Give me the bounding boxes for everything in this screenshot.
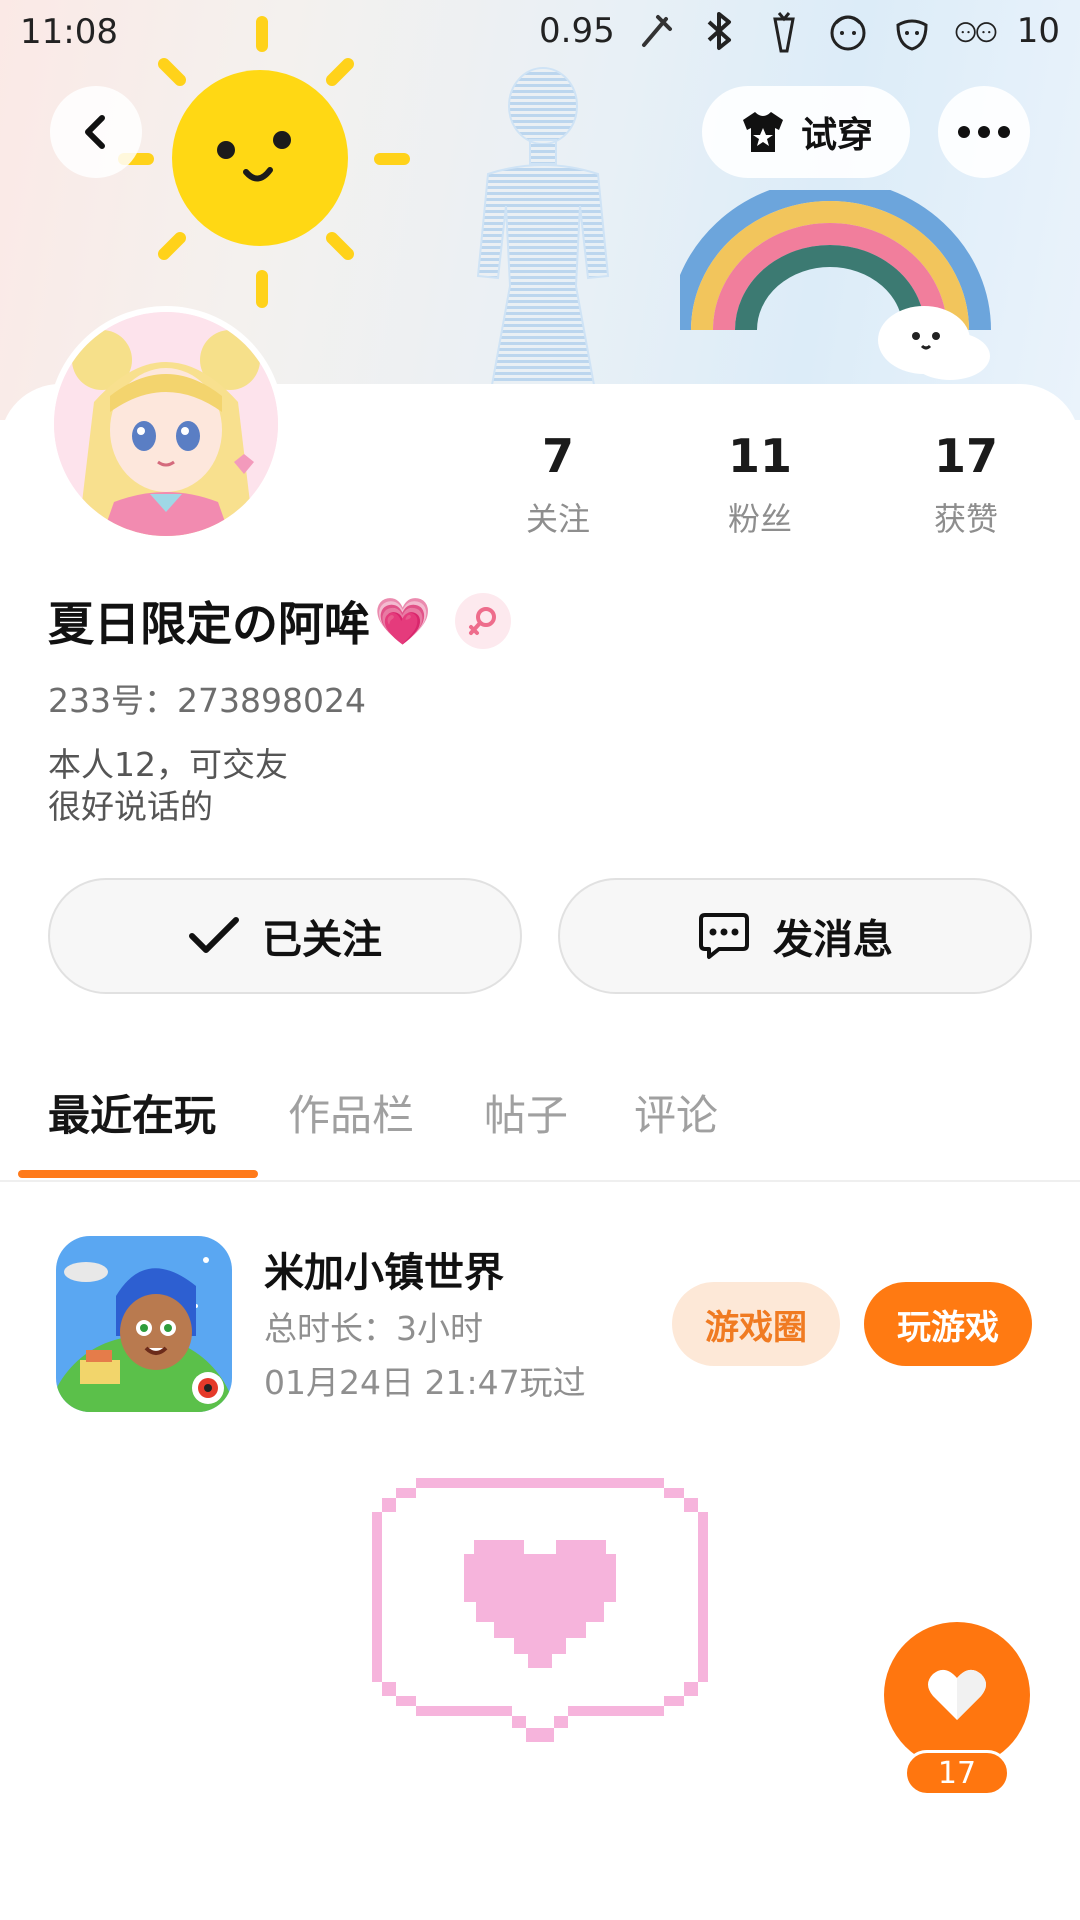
profile-tabs: 最近在玩 作品栏 帖子 评论 bbox=[0, 1074, 1080, 1182]
strawberry-icon bbox=[889, 8, 935, 54]
user-id-label: 233号： bbox=[48, 681, 177, 720]
shirt-star-icon bbox=[742, 112, 783, 152]
rainbow-sticker-icon bbox=[680, 190, 991, 380]
more-horizontal-icon bbox=[958, 126, 1010, 138]
game-total-duration: 总时长：3小时 bbox=[264, 1309, 483, 1348]
female-icon bbox=[469, 607, 497, 635]
stat-following[interactable]: 7 关注 bbox=[458, 428, 658, 540]
likes-count: 17 bbox=[933, 429, 998, 483]
profile-name-row: 夏日限定の阿哞 💗 bbox=[48, 588, 512, 654]
game-last-played: 01月24日 21:47玩过 bbox=[264, 1363, 586, 1402]
tab-recently-played[interactable]: 最近在玩 bbox=[48, 1082, 216, 1143]
sticker-icon bbox=[633, 8, 679, 54]
user-id-value: 273898024 bbox=[177, 681, 366, 720]
recent-game-item[interactable]: 米加小镇世界 总时长：3小时 01月24日 21:47玩过 游戏圈 玩游戏 bbox=[0, 1232, 1080, 1412]
tab-comments[interactable]: 评论 bbox=[634, 1082, 718, 1143]
bio-line-1: 本人12，可交友 bbox=[48, 745, 288, 784]
avatar[interactable] bbox=[48, 306, 284, 542]
pixel-heart-bubble-sticker-icon bbox=[372, 1478, 708, 1742]
try-on-button[interactable]: 试穿 bbox=[702, 86, 910, 178]
following-label: 关注 bbox=[525, 500, 590, 538]
game-app-icon[interactable] bbox=[56, 1236, 232, 1412]
game-title[interactable]: 米加小镇世界 bbox=[264, 1240, 504, 1298]
following-button-label: 已关注 bbox=[262, 917, 382, 963]
user-id[interactable]: 233号：273898024 bbox=[48, 674, 366, 722]
chevron-left-icon bbox=[85, 115, 105, 149]
status-icons: 0.95 10 bbox=[539, 8, 1060, 54]
profile-name: 夏日限定の阿哞 bbox=[48, 597, 370, 651]
like-count-badge: 17 bbox=[904, 1750, 1010, 1796]
status-time: 11:08 bbox=[20, 12, 118, 52]
likes-label: 获赞 bbox=[933, 500, 998, 538]
miga-town-icon bbox=[56, 1236, 232, 1412]
more-options-button[interactable] bbox=[938, 86, 1030, 178]
bio-line-2: 很好说话的 bbox=[48, 787, 213, 826]
anime-girl-avatar-image bbox=[54, 312, 278, 536]
try-on-label: 试穿 bbox=[800, 115, 873, 156]
tab-works[interactable]: 作品栏 bbox=[288, 1082, 414, 1143]
avatar-hologram-figure bbox=[476, 67, 610, 396]
like-fab-button[interactable] bbox=[884, 1622, 1030, 1768]
carrot-icon bbox=[761, 8, 807, 54]
send-message-button[interactable]: 发消息 bbox=[558, 878, 1032, 994]
followers-label: 粉丝 bbox=[727, 500, 792, 538]
following-button[interactable]: 已关注 bbox=[48, 878, 522, 994]
back-button[interactable] bbox=[50, 86, 142, 178]
profile-bio: 本人12，可交友 很好说话的 bbox=[48, 744, 288, 828]
chat-bubble-icon bbox=[699, 913, 749, 959]
gender-badge bbox=[455, 593, 512, 649]
stat-likes[interactable]: 17 获赞 bbox=[866, 428, 1066, 540]
following-count: 7 bbox=[541, 429, 574, 483]
battery-level: 10 bbox=[1016, 11, 1060, 51]
tab-posts[interactable]: 帖子 bbox=[484, 1082, 568, 1143]
kids-face-icon bbox=[953, 8, 999, 54]
active-tab-indicator bbox=[18, 1170, 258, 1178]
girl-face-icon bbox=[825, 8, 871, 54]
send-message-label: 发消息 bbox=[773, 917, 893, 963]
bluetooth-icon bbox=[697, 8, 743, 54]
play-game-button[interactable]: 玩游戏 bbox=[864, 1282, 1032, 1366]
status-bar: 11:08 0.95 10 bbox=[0, 0, 1080, 66]
game-circle-button[interactable]: 游戏圈 bbox=[672, 1282, 840, 1366]
checkmark-icon bbox=[189, 917, 239, 953]
network-speed: 0.95 bbox=[539, 11, 615, 51]
heart-emoji: 💗 bbox=[374, 593, 432, 648]
followers-count: 11 bbox=[727, 429, 792, 483]
stat-followers[interactable]: 11 粉丝 bbox=[660, 428, 860, 540]
heart-icon bbox=[928, 1669, 986, 1720]
